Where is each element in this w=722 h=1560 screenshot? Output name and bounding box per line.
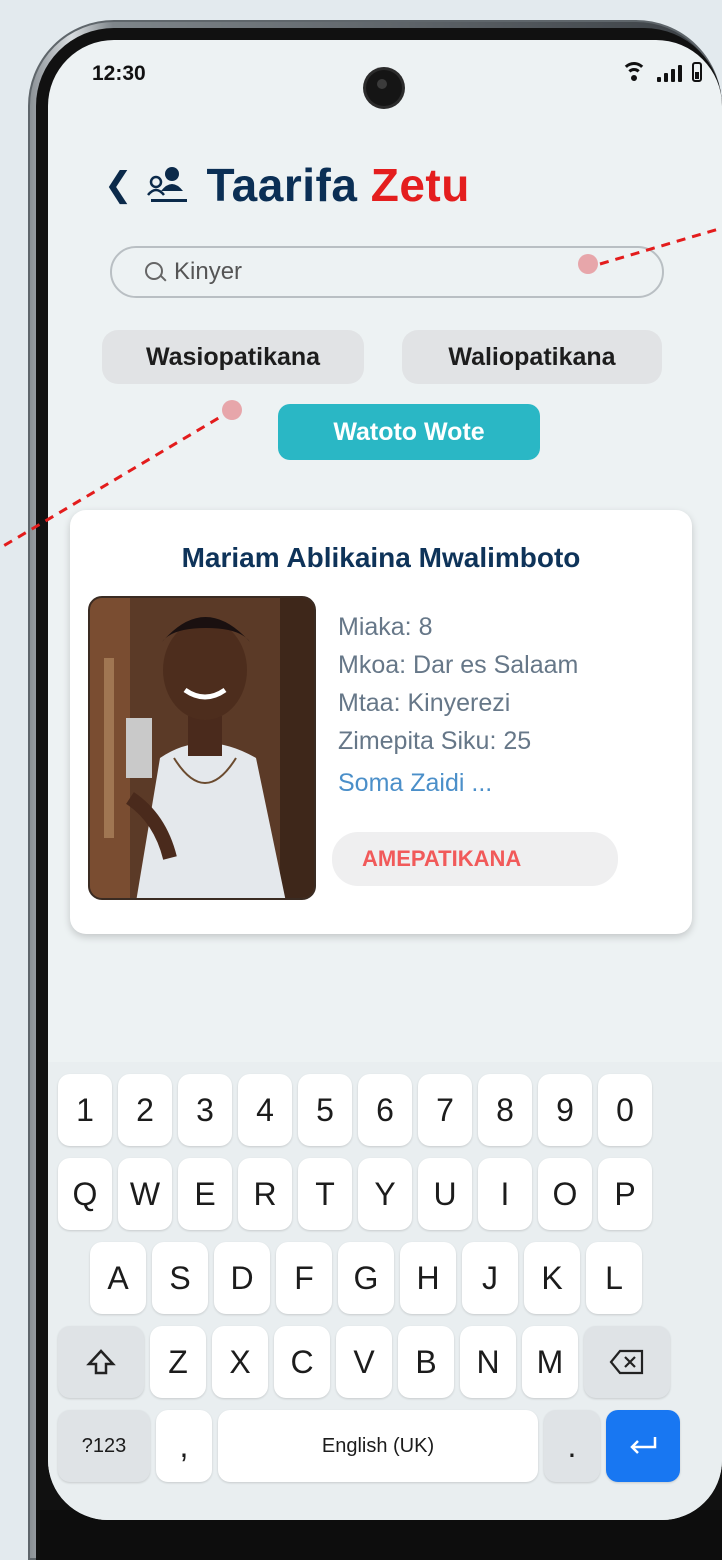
key-f[interactable]: F [276, 1242, 332, 1314]
key-1[interactable]: 1 [58, 1074, 112, 1146]
child-photo [88, 596, 316, 900]
title-part-1: Taarifa [206, 159, 358, 211]
page-header: ❮ Taarifa Zetu [104, 158, 470, 212]
key-z[interactable]: Z [150, 1326, 206, 1398]
symbols-key[interactable]: ?123 [58, 1410, 150, 1482]
key-r[interactable]: R [238, 1158, 292, 1230]
filter-all-button[interactable]: Watoto Wote [278, 404, 540, 460]
title-part-2: Zetu [370, 159, 470, 211]
key-n[interactable]: N [460, 1326, 516, 1398]
phone-screen: 12:30 ❮ Taarifa Zetu Kinyer Wasiopatikan… [48, 40, 722, 1520]
annotation-dot-search [578, 254, 598, 274]
shift-arrow-icon [86, 1349, 116, 1375]
key-2[interactable]: 2 [118, 1074, 172, 1146]
backspace-key[interactable] [584, 1326, 670, 1398]
key-v[interactable]: V [336, 1326, 392, 1398]
search-input-value: Kinyer [174, 258, 243, 285]
child-name: Mariam Ablikaina Mwalimboto [181, 542, 581, 573]
wifi-icon [621, 62, 647, 82]
status-time: 12:30 [92, 62, 146, 85]
child-days: Zimepita Siku: 25 [338, 727, 532, 755]
people-icon [146, 167, 187, 202]
battery-icon [692, 62, 702, 82]
key-t[interactable]: T [298, 1158, 352, 1230]
key-p[interactable]: P [598, 1158, 652, 1230]
key-k[interactable]: K [524, 1242, 580, 1314]
space-bar[interactable]: English (UK) [218, 1410, 538, 1482]
key-0[interactable]: 0 [598, 1074, 652, 1146]
key-h[interactable]: H [400, 1242, 456, 1314]
key-6[interactable]: 6 [358, 1074, 412, 1146]
back-arrow-icon[interactable]: ❮ [104, 168, 133, 202]
status-badge: AMEPATIKANA [332, 832, 618, 886]
status-icons [621, 62, 702, 82]
child-card[interactable]: Mariam Ablikaina Mwalimboto Miaka: 8 Mko… [70, 510, 692, 934]
key-g[interactable]: G [338, 1242, 394, 1314]
key-8[interactable]: 8 [478, 1074, 532, 1146]
key-w[interactable]: W [118, 1158, 172, 1230]
period-key[interactable]: . [544, 1410, 600, 1482]
key-a[interactable]: A [90, 1242, 146, 1314]
key-j[interactable]: J [462, 1242, 518, 1314]
search-icon [144, 261, 166, 283]
key-5[interactable]: 5 [298, 1074, 352, 1146]
child-street: Mtaa: Kinyerezi [338, 689, 511, 717]
keyboard: 1 2 3 4 5 6 7 8 9 0 Q W E R T Y U I O P … [48, 1062, 722, 1520]
key-3[interactable]: 3 [178, 1074, 232, 1146]
front-camera [366, 70, 402, 106]
comma-key[interactable]: , [156, 1410, 212, 1482]
key-s[interactable]: S [152, 1242, 208, 1314]
key-c[interactable]: C [274, 1326, 330, 1398]
key-9[interactable]: 9 [538, 1074, 592, 1146]
child-age: Miaka: 8 [338, 613, 433, 641]
read-more-link[interactable]: Soma Zaidi ... [338, 764, 578, 802]
annotation-dot-filter [222, 400, 242, 420]
search-input[interactable]: Kinyer [110, 246, 664, 298]
key-7[interactable]: 7 [418, 1074, 472, 1146]
child-info: Miaka: 8 Mkoa: Dar es Salaam Mtaa: Kinye… [338, 608, 578, 802]
key-d[interactable]: D [214, 1242, 270, 1314]
filter-missing-button[interactable]: Wasiopatikana [102, 330, 364, 384]
page-title: Taarifa Zetu [207, 158, 470, 212]
key-u[interactable]: U [418, 1158, 472, 1230]
enter-key[interactable] [606, 1410, 680, 1482]
enter-arrow-icon [630, 1437, 657, 1454]
key-y[interactable]: Y [358, 1158, 412, 1230]
backspace-icon [609, 1349, 644, 1375]
child-region: Mkoa: Dar es Salaam [338, 651, 579, 679]
key-e[interactable]: E [178, 1158, 232, 1230]
key-x[interactable]: X [212, 1326, 268, 1398]
key-b[interactable]: B [398, 1326, 454, 1398]
shift-key[interactable] [58, 1326, 144, 1398]
key-4[interactable]: 4 [238, 1074, 292, 1146]
signal-icon [657, 64, 682, 82]
filter-found-button[interactable]: Waliopatikana [402, 330, 662, 384]
key-q[interactable]: Q [58, 1158, 112, 1230]
key-i[interactable]: I [478, 1158, 532, 1230]
key-m[interactable]: M [522, 1326, 578, 1398]
key-o[interactable]: O [538, 1158, 592, 1230]
key-l[interactable]: L [586, 1242, 642, 1314]
